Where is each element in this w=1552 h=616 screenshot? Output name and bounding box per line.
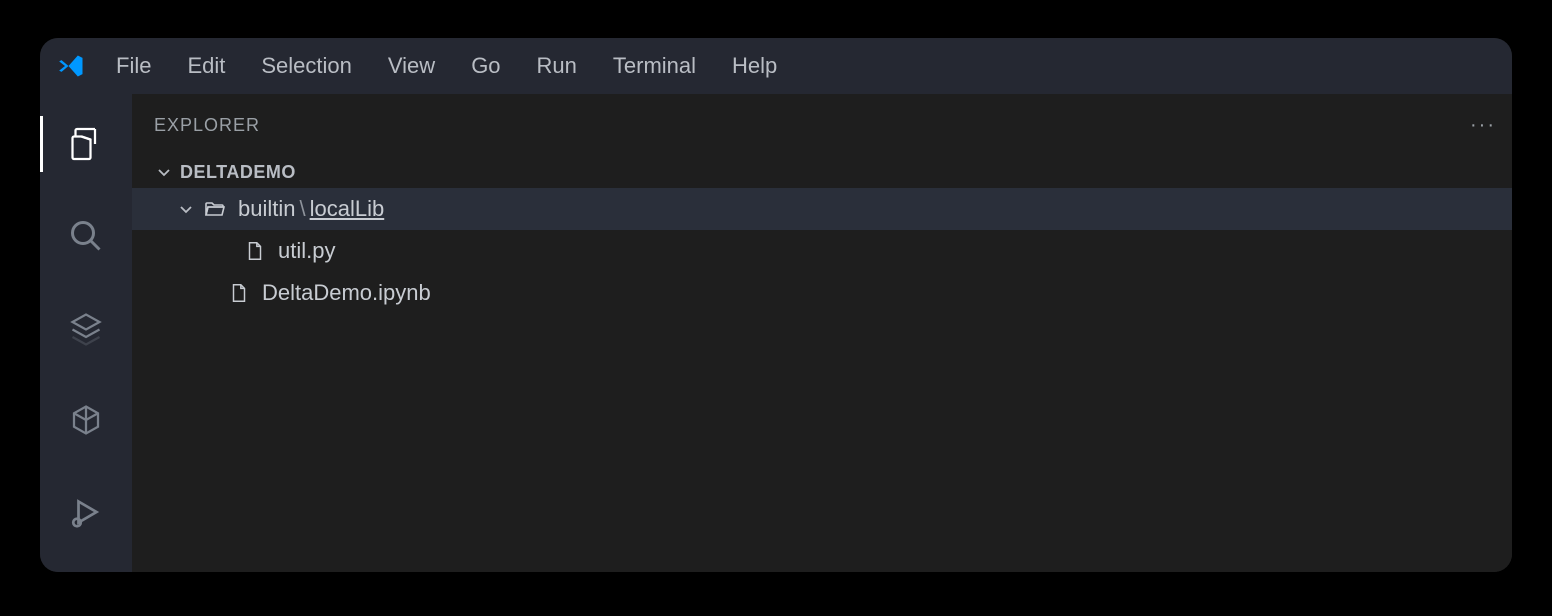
menu-file[interactable]: File: [100, 47, 167, 85]
file-label: DeltaDemo.ipynb: [262, 280, 431, 306]
extensions-icon[interactable]: [64, 398, 108, 442]
sidebar-title: EXPLORER: [154, 115, 260, 136]
explorer-icon[interactable]: [64, 122, 108, 166]
menu-terminal[interactable]: Terminal: [597, 47, 712, 85]
project-name: DELTADEMO: [180, 162, 296, 183]
folder-row[interactable]: builtin\localLib: [132, 188, 1512, 230]
sidebar-header: EXPLORER ···: [132, 94, 1512, 156]
file-row[interactable]: util.py: [132, 230, 1512, 272]
menu-help[interactable]: Help: [716, 47, 793, 85]
folder-label-part1: builtin: [238, 196, 295, 221]
project-header[interactable]: DELTADEMO: [132, 156, 1512, 188]
folder-open-icon: [202, 196, 228, 222]
file-label: util.py: [278, 238, 335, 264]
file-row[interactable]: DeltaDemo.ipynb: [132, 272, 1512, 314]
run-debug-icon[interactable]: [64, 490, 108, 534]
menubar: File Edit Selection View Go Run Terminal…: [40, 38, 1512, 94]
menu-selection[interactable]: Selection: [245, 47, 368, 85]
menu-run[interactable]: Run: [521, 47, 593, 85]
file-icon: [226, 280, 252, 306]
activity-bar: [40, 94, 132, 572]
menu-view[interactable]: View: [372, 47, 451, 85]
main-area: EXPLORER ··· DELTADEMO: [40, 94, 1512, 572]
source-control-icon[interactable]: [64, 306, 108, 350]
file-icon: [242, 238, 268, 264]
menu-go[interactable]: Go: [455, 47, 516, 85]
search-icon[interactable]: [64, 214, 108, 258]
chevron-down-icon: [174, 197, 198, 221]
explorer-sidebar: EXPLORER ··· DELTADEMO: [132, 94, 1512, 572]
chevron-down-icon: [152, 160, 176, 184]
folder-label-part2: localLib: [310, 196, 385, 221]
path-separator: \: [299, 196, 305, 221]
vscode-logo-icon: [58, 52, 86, 80]
menu-edit[interactable]: Edit: [171, 47, 241, 85]
folder-label: builtin\localLib: [238, 196, 384, 222]
more-actions-icon[interactable]: ···: [1470, 114, 1496, 137]
vscode-window: File Edit Selection View Go Run Terminal…: [40, 38, 1512, 572]
